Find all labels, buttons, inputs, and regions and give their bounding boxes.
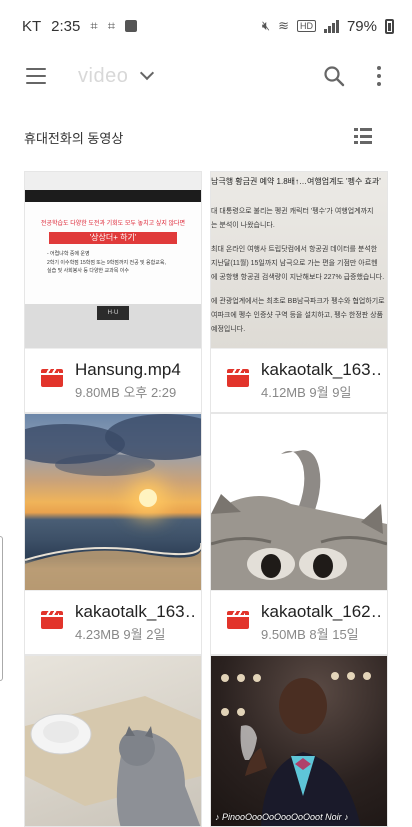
capture-icon: ⌗ <box>107 18 116 33</box>
video-card[interactable] <box>24 655 202 827</box>
wifi-icon: ≋ <box>278 18 289 33</box>
time-label: 2:35 <box>51 17 81 35</box>
video-name: kakaotalk_163… <box>75 602 197 621</box>
screenshot-icon: ⌗ <box>90 18 98 33</box>
chevron-down-icon <box>140 65 155 81</box>
video-info: kakaotalk_163… 4.23MB 9월 2일 <box>25 590 201 654</box>
doc-line: 대 대통령으로 불리는 펭귄 캐릭터 '펭수'가 여행업계까지 <box>211 208 374 215</box>
video-thumbnail: 전공학습도 다양한 도전과 기회도 모두 놓치고 싶지 않다면 '상상더+ 하기… <box>25 172 201 348</box>
video-info: kakaotalk_163… 4.12MB 9월 9일 <box>211 348 387 412</box>
video-name: kakaotalk_162… <box>261 602 383 621</box>
battery-percent: 79% <box>346 17 377 35</box>
slide-bullet: 2학기 이수학점 15학점 또는 9학점까지 전공 및 융합교육, <box>47 260 166 266</box>
search-icon[interactable] <box>322 64 346 88</box>
doc-line: 지난달(11월) 15일까지 남극으로 가는 편을 기점만 아르헨 <box>211 260 378 267</box>
video-thumbnail: ♪ PinooOooOoOooOoOoot Noir ♪ <box>211 656 387 826</box>
slide-headline: 전공학습도 다양한 도전과 기회도 모두 놓치고 싶지 않다면 <box>40 221 186 227</box>
carrier-label: KT <box>22 17 42 35</box>
doc-line: 에 관광업계에서는 최초로 BB남극파크가 펭수와 협업하기로 <box>211 298 385 305</box>
notification-icon <box>125 20 138 32</box>
doc-line: 예정입니다. <box>211 326 246 333</box>
folder-title: video <box>78 64 129 87</box>
slide-logo: H·U <box>97 306 129 320</box>
menu-icon[interactable] <box>26 68 46 84</box>
status-left: KT 2:35 ⌗ ⌗ <box>22 17 138 35</box>
list-view-icon[interactable] <box>354 128 372 144</box>
video-meta: 4.12MB 9월 9일 <box>261 385 352 400</box>
folder-dropdown[interactable]: video <box>78 62 155 90</box>
doc-line: 여파크에 펭수 인증샷 구역 등을 설치하고, 펭수 한정판 상품 <box>211 312 384 319</box>
video-thumbnail <box>25 656 201 826</box>
status-right: 🔇︎ ≋ HD 79% <box>262 18 394 35</box>
status-bar: KT 2:35 ⌗ ⌗ 🔇︎ ≋ HD 79% <box>0 0 412 52</box>
video-card[interactable]: kakaotalk_162… 9.50MB 8월 15일 <box>210 413 388 655</box>
video-meta: 9.80MB 오후 2:29 <box>75 385 177 400</box>
more-vert-icon[interactable] <box>372 66 386 86</box>
video-name: kakaotalk_163… <box>261 360 383 379</box>
video-file-icon <box>41 369 63 387</box>
slide-banner: '상상더+ 하기' <box>49 232 177 244</box>
doc-headline: 남극행 황금권 예약 1.8배↑…여행업계도 '펭수 효과' <box>211 177 381 186</box>
video-file-icon <box>227 369 249 387</box>
hd-badge: HD <box>296 20 316 32</box>
video-card[interactable]: 전공학습도 다양한 도전과 기회도 모두 놓치고 싶지 않다면 '상상더+ 하기… <box>24 171 202 413</box>
section-label: 휴대전화의 동영상 <box>24 131 124 146</box>
mute-icon: 🔇︎ <box>261 18 271 33</box>
signal-icon <box>323 19 339 33</box>
video-info: kakaotalk_162… 9.50MB 8월 15일 <box>211 590 387 654</box>
video-name: Hansung.mp4 <box>75 360 181 379</box>
doc-line: 최대 온라인 여행사 트립닷컴에서 항공권 데이터를 분석한 <box>211 246 378 253</box>
video-card[interactable]: 남극행 황금권 예약 1.8배↑…여행업계도 '펭수 효과' 대 대통령으로 불… <box>210 171 388 413</box>
video-thumbnail <box>25 414 201 590</box>
video-info: Hansung.mp4 9.80MB 오후 2:29 <box>25 348 201 412</box>
slide-bullet: - 어렵냐학 중에 운영 <box>47 251 90 257</box>
battery-icon <box>385 18 394 34</box>
video-caption: ♪ PinooOooOoOooOoOoot Noir ♪ <box>215 812 349 822</box>
slide-bullet: 실습 및 사회봉사 등 다양한 교과목 이수 <box>47 268 129 274</box>
video-file-icon <box>227 611 249 629</box>
video-meta: 9.50MB 8월 15일 <box>261 627 359 642</box>
app-toolbar: video <box>0 52 412 100</box>
video-card[interactable]: ♪ PinooOooOoOooOoOoot Noir ♪ <box>210 655 388 827</box>
video-meta: 4.23MB 9월 2일 <box>75 627 166 642</box>
video-thumbnail: 남극행 황금권 예약 1.8배↑…여행업계도 '펭수 효과' 대 대통령으로 불… <box>211 172 387 348</box>
doc-line: 는 분석이 나왔습니다. <box>211 222 275 229</box>
doc-line: 에 공항행 항공권 검색량이 지난해보다 227% 급증했습니다. <box>211 274 385 281</box>
video-thumbnail <box>211 414 387 590</box>
video-file-icon <box>41 611 63 629</box>
fast-scroll-handle[interactable] <box>0 536 3 681</box>
video-card[interactable]: kakaotalk_163… 4.23MB 9월 2일 <box>24 413 202 655</box>
